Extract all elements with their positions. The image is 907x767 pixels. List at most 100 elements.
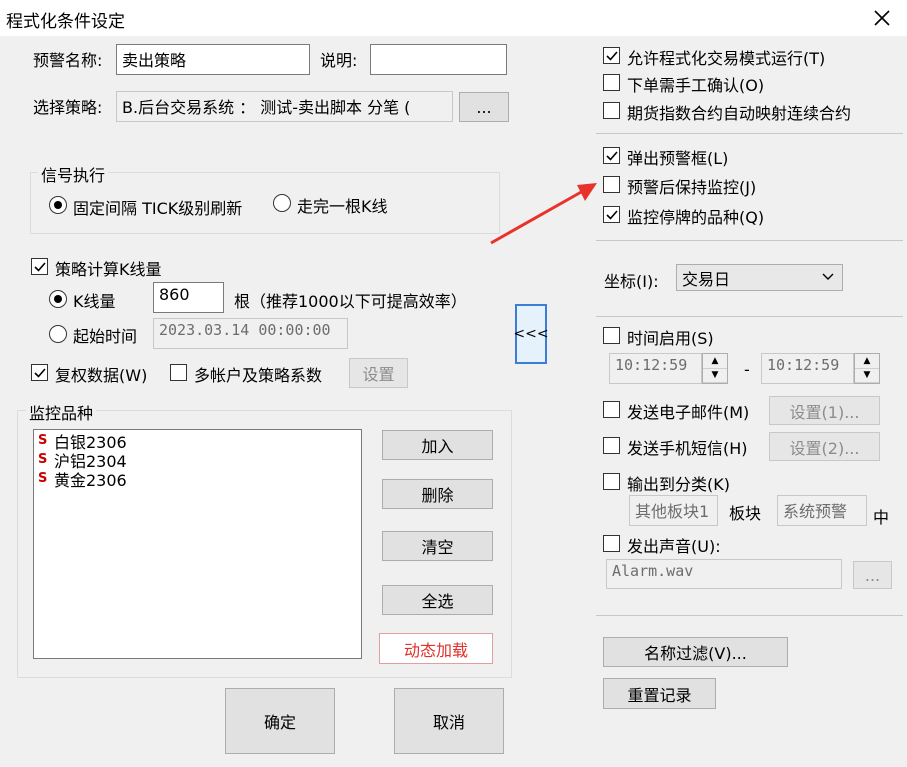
strategy-browse-button[interactable]: ... [459, 92, 509, 122]
calc-bars-checkbox[interactable] [31, 258, 48, 275]
send-email-label: 发送电子邮件(M) [627, 403, 750, 422]
clear-button[interactable]: 清空 [382, 531, 493, 561]
window-title: 程式化条件设定 [6, 12, 125, 32]
alert-name-label: 预警名称: [33, 51, 103, 70]
ok-button[interactable]: 确定 [225, 688, 335, 754]
category-suffix: 中 [873, 508, 890, 527]
checkmark-icon [605, 150, 618, 161]
category-mid-label: 板块 [729, 504, 762, 523]
coord-select[interactable]: 交易日 [676, 264, 843, 291]
fixed-interval-radio[interactable] [49, 196, 67, 214]
calc-bars-label: 策略计算K线量 [55, 260, 162, 279]
strategy-label: 选择策略: [33, 98, 103, 117]
multi-account-checkbox[interactable] [170, 364, 187, 381]
tag: S [38, 452, 48, 467]
cancel-button[interactable]: 取消 [394, 688, 504, 754]
output-category-checkbox[interactable] [603, 473, 620, 490]
tag: S [38, 471, 48, 486]
keep-monitor-label: 预警后保持监控(J) [627, 178, 757, 197]
spin-up-icon[interactable]: ▲ [703, 354, 727, 369]
divider [596, 133, 903, 134]
divider [596, 615, 903, 616]
complete-bar-label: 走完一根K线 [297, 197, 388, 216]
bar-count-label: K线量 [73, 292, 116, 311]
checkmark-icon [605, 50, 618, 61]
monitor-suspended-label: 监控停牌的品种(Q) [627, 208, 765, 227]
category-select[interactable]: 其他板块1 [629, 495, 718, 526]
select-all-button[interactable]: 全选 [382, 585, 493, 615]
divider [596, 240, 903, 241]
start-time-input[interactable]: 2023.03.14 00:00:00 [153, 318, 348, 349]
play-sound-label: 发出声音(U): [627, 537, 721, 556]
spin-up-icon[interactable]: ▲ [855, 354, 879, 369]
monitor-list[interactable]: S 白银2306 S 沪铝2304 S 黄金2306 [33, 429, 362, 659]
checkmark-icon [33, 261, 46, 272]
description-input[interactable] [370, 44, 507, 75]
email-settings-button[interactable]: 设置(1)... [769, 396, 880, 425]
instrument-name: 黄金2306 [54, 470, 127, 490]
multi-account-settings-button[interactable]: 设置 [349, 358, 408, 388]
bar-count-radio[interactable] [49, 290, 67, 308]
send-sms-checkbox[interactable] [603, 437, 620, 454]
description-label: 说明: [320, 51, 358, 70]
adjusted-data-checkbox[interactable] [31, 364, 48, 381]
sms-settings-button[interactable]: 设置(2)... [769, 432, 880, 461]
tag: S [38, 433, 48, 448]
popup-alert-checkbox[interactable] [603, 147, 620, 164]
monitor-suspended-checkbox[interactable] [603, 206, 620, 223]
bar-count-hint: 根（推荐1000以下可提高效率） [234, 292, 467, 311]
divider [596, 316, 903, 317]
annotation-arrow-icon [490, 183, 597, 245]
signal-group-title: 信号执行 [38, 162, 109, 186]
time-end-input[interactable]: 10:12:59 [761, 353, 854, 384]
dynamic-load-button[interactable]: 动态加载 [379, 633, 493, 664]
multi-account-label: 多帐户及策略系数 [194, 366, 323, 385]
start-time-radio[interactable] [49, 325, 67, 343]
manual-confirm-label: 下单需手工确认(O) [627, 76, 765, 95]
time-enable-checkbox[interactable] [603, 327, 620, 344]
manual-confirm-checkbox[interactable] [603, 74, 620, 91]
start-time-label: 起始时间 [73, 327, 138, 346]
reset-records-button[interactable]: 重置记录 [603, 678, 716, 709]
allow-auto-trade-label: 允许程式化交易模式运行(T) [627, 49, 826, 68]
time-start-spinner[interactable]: ▲ ▼ [702, 353, 728, 384]
collapse-button[interactable]: <<< [513, 304, 549, 364]
list-item[interactable]: S 黄金2306 [38, 469, 357, 490]
category-select-2[interactable]: 系统预警 [777, 495, 867, 526]
allow-auto-trade-checkbox[interactable] [603, 47, 620, 64]
send-email-checkbox[interactable] [603, 401, 620, 418]
coord-label: 坐标(I): [604, 272, 659, 291]
futures-map-label: 期货指数合约自动映射连续合约 [627, 104, 852, 123]
time-start-input[interactable]: 10:12:59 [609, 353, 702, 384]
monitor-group-title: 监控品种 [26, 400, 97, 424]
time-dash: - [744, 360, 750, 379]
output-category-label: 输出到分类(K) [627, 475, 730, 494]
play-sound-checkbox[interactable] [603, 535, 620, 552]
checkmark-icon [605, 209, 618, 220]
complete-bar-radio[interactable] [273, 194, 291, 212]
name-filter-button[interactable]: 名称过滤(V)... [603, 637, 788, 667]
adjusted-data-label: 复权数据(W) [55, 366, 148, 385]
checkmark-icon [33, 367, 46, 378]
alert-name-input[interactable]: 卖出策略 [116, 44, 310, 75]
title-bar [0, 0, 907, 36]
time-enable-label: 时间启用(S) [627, 329, 714, 348]
time-end-spinner[interactable]: ▲ ▼ [854, 353, 880, 384]
sound-file-input[interactable]: Alarm.wav [606, 559, 842, 589]
close-button[interactable] [866, 2, 898, 34]
keep-monitor-checkbox[interactable] [603, 176, 620, 193]
delete-button[interactable]: 删除 [382, 479, 493, 509]
popup-alert-label: 弹出预警框(L) [627, 149, 729, 168]
fixed-interval-label: 固定间隔 TICK级别刷新 [73, 199, 243, 218]
bar-count-input[interactable]: 860 [153, 282, 224, 313]
sound-browse-button[interactable]: ... [853, 561, 892, 589]
futures-map-checkbox[interactable] [603, 102, 620, 119]
strategy-field[interactable]: B.后台交易系统 ： 测试-卖出脚本 分笔 ( [116, 91, 453, 122]
spin-down-icon[interactable]: ▼ [703, 369, 727, 383]
send-sms-label: 发送手机短信(H) [627, 439, 748, 458]
chevron-down-icon [822, 273, 834, 280]
coord-value: 交易日 [682, 270, 731, 289]
close-icon [874, 10, 890, 26]
spin-down-icon[interactable]: ▼ [855, 369, 879, 383]
add-button[interactable]: 加入 [382, 430, 493, 460]
